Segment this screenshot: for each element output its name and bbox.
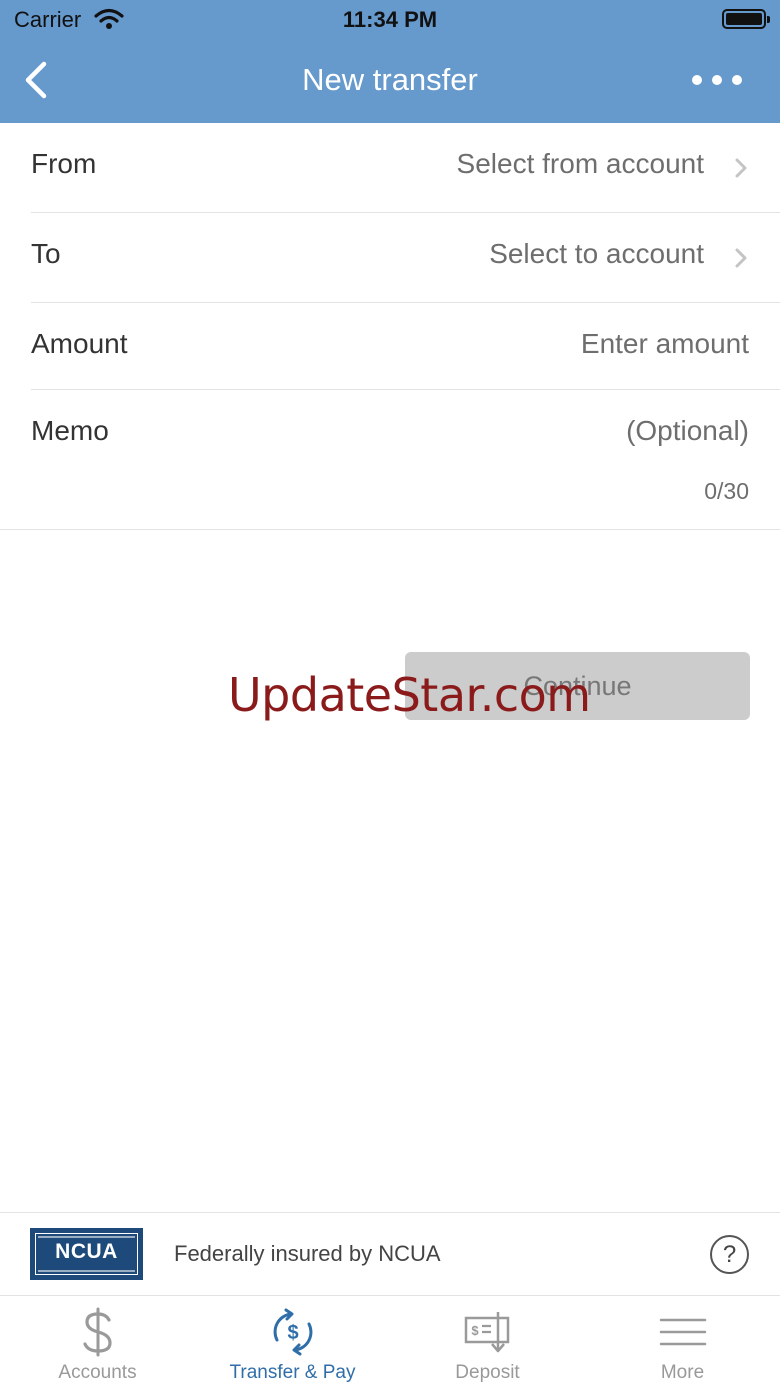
to-account-value: Select to account bbox=[489, 238, 704, 269]
to-account-row[interactable]: To Select to account bbox=[31, 213, 780, 303]
tab-more[interactable]: More bbox=[585, 1296, 780, 1387]
memo-char-counter: 0/30 bbox=[704, 478, 749, 504]
memo-input[interactable]: (Optional) bbox=[626, 415, 749, 447]
nav-bar: New transfer bbox=[0, 40, 780, 123]
ncua-footer: NCUA Federally insured by NCUA ? bbox=[0, 1212, 780, 1296]
tab-bar: Accounts $ Transfer & Pay $ Deposit More bbox=[0, 1296, 780, 1387]
memo-row[interactable]: Memo (Optional) 0/30 bbox=[0, 390, 780, 530]
svg-text:$: $ bbox=[287, 1322, 298, 1344]
chevron-right-icon bbox=[735, 158, 747, 178]
amount-label: Amount bbox=[31, 328, 128, 359]
menu-icon bbox=[659, 1318, 706, 1346]
continue-button[interactable]: Continue bbox=[405, 652, 750, 720]
page-title: New transfer bbox=[302, 62, 478, 97]
ellipsis-icon[interactable] bbox=[692, 66, 742, 94]
from-label: From bbox=[31, 148, 97, 179]
ncua-logo: NCUA bbox=[30, 1228, 143, 1280]
from-account-row[interactable]: From Select from account bbox=[31, 123, 780, 213]
ncua-logo-text: NCUA bbox=[55, 1240, 118, 1263]
tab-label: Deposit bbox=[455, 1362, 520, 1383]
tab-label: More bbox=[660, 1362, 705, 1383]
check-deposit-icon: $ bbox=[464, 1312, 509, 1353]
from-account-value: Select from account bbox=[456, 148, 704, 179]
insured-text: Federally insured by NCUA bbox=[174, 1241, 441, 1266]
help-icon[interactable]: ? bbox=[710, 1235, 749, 1274]
tab-deposit[interactable]: $ Deposit bbox=[390, 1296, 585, 1387]
chevron-right-icon bbox=[735, 248, 747, 268]
transfer-dollar-icon: $ bbox=[273, 1308, 312, 1356]
svg-text:$: $ bbox=[471, 1323, 479, 1338]
tab-transfer-pay[interactable]: $ Transfer & Pay bbox=[195, 1296, 390, 1387]
amount-row[interactable]: Amount Enter amount bbox=[31, 303, 780, 390]
tab-accounts[interactable]: Accounts bbox=[0, 1296, 195, 1387]
memo-label: Memo bbox=[31, 415, 109, 446]
to-label: To bbox=[31, 238, 61, 269]
status-time: 11:34 PM bbox=[342, 7, 438, 32]
battery-icon bbox=[722, 9, 770, 29]
transfer-form: From Select from account To Select to ac… bbox=[0, 123, 780, 530]
tab-label: Accounts bbox=[58, 1362, 137, 1383]
status-bar: Carrier 11:34 PM bbox=[0, 0, 780, 40]
amount-input[interactable]: Enter amount bbox=[581, 328, 749, 360]
tab-label: Transfer & Pay bbox=[229, 1362, 356, 1383]
dollar-icon bbox=[82, 1307, 112, 1357]
